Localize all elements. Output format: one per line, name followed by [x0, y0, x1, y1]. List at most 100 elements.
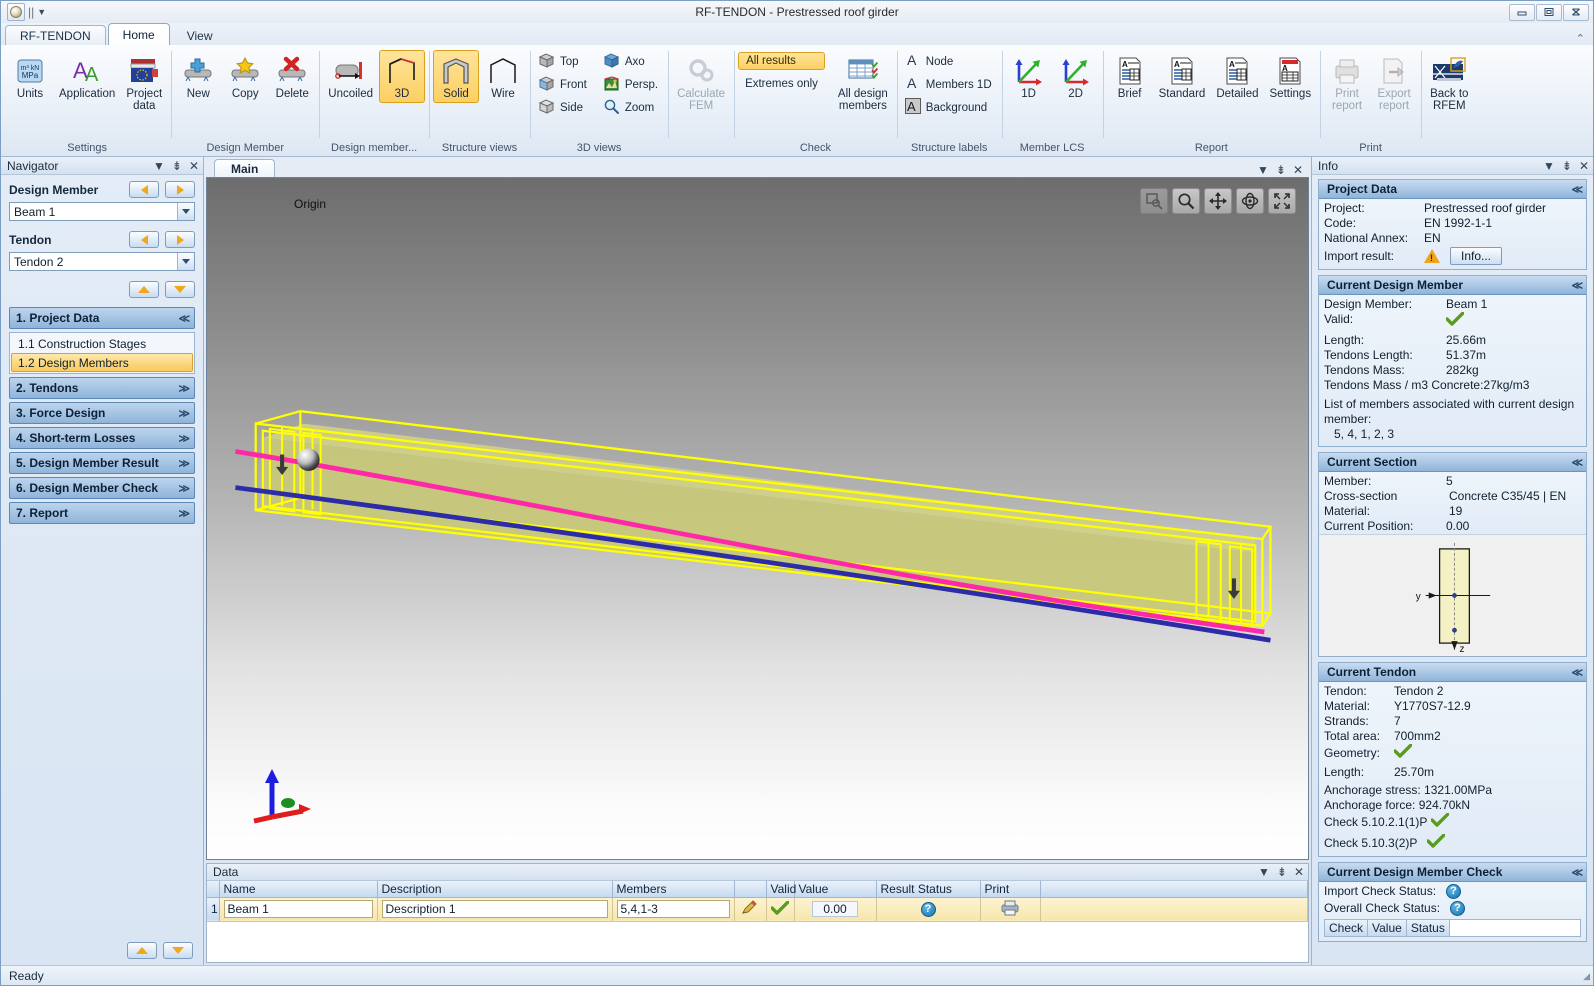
minimize-icon[interactable] — [1509, 3, 1535, 21]
view-axo-button[interactable]: Axo — [599, 50, 664, 73]
close-icon[interactable]: ✕ — [189, 159, 199, 173]
cell-edit[interactable] — [734, 897, 767, 922]
col-members[interactable]: Members — [612, 881, 735, 898]
collapse-ribbon-icon[interactable]: ⌃ — [1576, 32, 1593, 45]
magnifier-icon[interactable] — [1172, 188, 1200, 214]
info-box-current-tendon-header[interactable]: Current Tendon ≪ — [1319, 663, 1586, 682]
nav-section-force-design[interactable]: 3. Force Design ≫ — [9, 402, 195, 424]
question-icon[interactable]: ? — [920, 901, 936, 917]
cell-members[interactable]: 5,4,1-3 — [612, 897, 735, 922]
tab-home[interactable]: Home — [107, 23, 170, 45]
lcs-2d-button[interactable]: 2D — [1053, 50, 1099, 103]
calculate-fem-button[interactable]: Calculate FEM — [672, 50, 730, 115]
tab-rf-tendon[interactable]: RF-TENDON — [5, 25, 106, 45]
chevron-down-double-icon[interactable]: ≫ — [178, 482, 189, 495]
chevron-up-double-icon[interactable]: ≪ — [1571, 279, 1582, 292]
chevron-down-icon[interactable]: ▼ — [1257, 163, 1269, 177]
tab-main[interactable]: Main — [214, 159, 276, 177]
col-rowno[interactable] — [207, 881, 220, 898]
nav-item-design-members[interactable]: 1.2 Design Members — [11, 353, 193, 372]
pin-icon[interactable]: ⇟ — [1562, 159, 1572, 173]
label-members-1d-button[interactable]: A Members 1D — [901, 73, 998, 96]
lcs-1d-button[interactable]: 1D — [1006, 50, 1052, 103]
chevron-up-double-icon[interactable]: ≪ — [178, 312, 189, 325]
chevron-down-icon[interactable] — [177, 203, 194, 220]
rotate-icon[interactable] — [1236, 188, 1264, 214]
cell-result-status[interactable]: ? — [876, 897, 981, 922]
col-description[interactable]: Description — [377, 881, 613, 898]
chevron-down-icon[interactable]: ▼ — [37, 7, 46, 17]
chevron-up-double-icon[interactable]: ≪ — [1571, 666, 1582, 679]
chevron-down-double-icon[interactable]: ≫ — [178, 432, 189, 445]
question-icon[interactable]: ? — [1446, 884, 1462, 899]
info-box-current-design-member-header[interactable]: Current Design Member ≪ — [1319, 276, 1586, 295]
chevron-down-double-icon[interactable]: ≫ — [178, 457, 189, 470]
cell-description[interactable]: Description 1 — [377, 897, 613, 922]
check-col-check[interactable]: Check — [1325, 920, 1369, 936]
pin-icon[interactable]: ⇟ — [1277, 865, 1287, 879]
chevron-up-double-icon[interactable]: ≪ — [1571, 183, 1582, 196]
print-report-button[interactable]: Print report — [1324, 50, 1370, 115]
col-edit[interactable] — [734, 881, 767, 898]
back-to-rfem-button[interactable]: Back to RFEM — [1425, 50, 1473, 115]
chevron-down-double-icon[interactable]: ≫ — [178, 507, 189, 520]
chevron-up-double-icon[interactable]: ≪ — [1571, 866, 1582, 879]
import-info-button[interactable]: Info... — [1450, 247, 1503, 265]
chevron-down-icon[interactable]: ▼ — [1543, 159, 1555, 173]
tendon-combo[interactable]: Tendon 2 — [9, 252, 195, 271]
design-member-prev-button[interactable] — [129, 181, 159, 198]
design-member-combo[interactable]: Beam 1 — [9, 202, 195, 221]
navigator-scroll-down-button[interactable] — [163, 942, 193, 959]
tendon-next-button[interactable] — [165, 231, 195, 248]
view-top-button[interactable]: Top — [534, 50, 593, 73]
view-front-button[interactable]: Front — [534, 73, 593, 96]
report-brief-button[interactable]: A Brief — [1107, 50, 1153, 103]
step-down-button[interactable] — [165, 281, 195, 298]
report-standard-button[interactable]: A Standard — [1154, 50, 1211, 103]
pin-icon[interactable]: ⇟ — [1276, 163, 1286, 177]
extremes-only-toggle[interactable]: Extremes only — [738, 76, 825, 92]
navigator-scroll-up-button[interactable] — [127, 942, 157, 959]
copy-member-button[interactable]: Copy — [222, 50, 268, 103]
nav-section-short-term-losses[interactable]: 4. Short-term Losses ≫ — [9, 427, 195, 449]
info-box-project-data-header[interactable]: Project Data ≪ — [1319, 180, 1586, 199]
view-zoom-button[interactable]: Zoom — [599, 96, 664, 119]
move-icon[interactable] — [1204, 188, 1232, 214]
close-icon[interactable]: ✕ — [1293, 163, 1303, 177]
table-row[interactable]: 1 Beam 1 Description 1 5,4,1-3 0.00 ? — [207, 897, 1308, 922]
col-print[interactable]: Print — [980, 881, 1041, 898]
chevron-down-icon[interactable]: ▼ — [1258, 865, 1270, 879]
delete-member-button[interactable]: Delete — [269, 50, 315, 103]
tab-view[interactable]: View — [172, 25, 228, 45]
nav-section-project-data[interactable]: 1. Project Data ≪ — [9, 307, 195, 329]
nav-section-tendons[interactable]: 2. Tendons ≫ — [9, 377, 195, 399]
solid-view-button[interactable]: Solid — [433, 50, 480, 103]
info-box-current-section-header[interactable]: Current Section ≪ — [1319, 453, 1586, 472]
view-side-button[interactable]: Side — [534, 96, 593, 119]
col-result-status[interactable]: Result Status — [876, 881, 981, 898]
col-name[interactable]: Name — [219, 881, 378, 898]
restore-icon[interactable] — [1536, 3, 1562, 21]
units-button[interactable]: m³ kN MPa Units — [7, 50, 53, 103]
cell-print[interactable] — [980, 897, 1041, 922]
chevron-down-icon[interactable] — [177, 253, 194, 270]
chevron-down-icon[interactable]: ▼ — [153, 159, 165, 173]
view-perspective-button[interactable]: Persp. — [599, 73, 664, 96]
col-value[interactable]: Value — [794, 881, 877, 898]
step-up-button[interactable] — [129, 281, 159, 298]
3d-viewport[interactable]: Origin — [207, 178, 1308, 859]
nav-item-construction-stages[interactable]: 1.1 Construction Stages — [11, 334, 193, 353]
uncoiled-button[interactable]: Uncoiled — [323, 50, 378, 103]
export-report-button[interactable]: Export report — [1371, 50, 1417, 115]
all-design-members-button[interactable]: All design members — [833, 50, 893, 115]
application-button[interactable]: A A Application — [54, 50, 120, 103]
data-grid[interactable]: Name Description Members Valid Value Res… — [207, 881, 1308, 962]
chevron-down-double-icon[interactable]: ≫ — [178, 382, 189, 395]
label-background-button[interactable]: A Background — [901, 96, 998, 119]
report-settings-button[interactable]: A Settings — [1265, 50, 1317, 103]
project-data-button[interactable]: Project data — [121, 50, 167, 115]
close-icon[interactable]: ✕ — [1294, 865, 1304, 879]
question-icon[interactable]: ? — [1450, 901, 1466, 916]
chevron-down-double-icon[interactable]: ≫ — [178, 407, 189, 420]
col-filler[interactable] — [1040, 881, 1308, 898]
